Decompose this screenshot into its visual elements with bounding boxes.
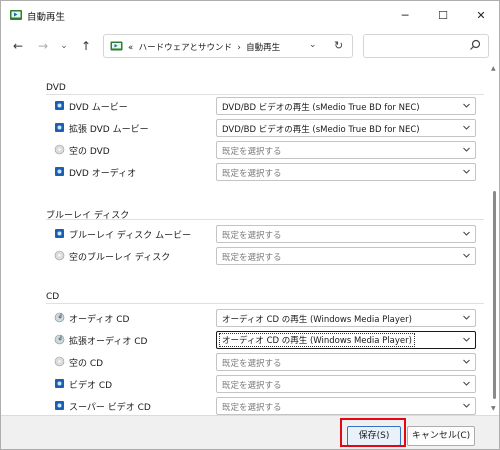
chevron-down-icon: ⌄ (60, 41, 68, 51)
chevron-down-icon (463, 103, 470, 108)
select-value: 既定を選択する (222, 253, 282, 263)
dvd-audio-select[interactable]: 既定を選択する (216, 163, 476, 181)
select-value: オーディオ CD の再生 (Windows Media Player) (222, 315, 412, 325)
chevron-down-icon (463, 169, 470, 174)
section-title-dvd: DVD (46, 83, 66, 93)
chevron-down-icon (463, 125, 470, 130)
autoplay-app-icon (10, 10, 22, 20)
video-cd-label: ビデオ CD (69, 381, 113, 391)
up-button[interactable]: ↑ (77, 38, 95, 54)
chevron-down-icon (463, 253, 470, 258)
select-value: 既定を選択する (222, 403, 282, 413)
select-value: 既定を選択する (222, 147, 282, 157)
blank-bluray-select[interactable]: 既定を選択する (216, 247, 476, 265)
scroll-up-icon[interactable]: ▲ (491, 65, 496, 72)
chevron-down-icon (463, 315, 470, 320)
breadcrumb-hardware-sound[interactable]: ハードウェアとサウンド (139, 43, 232, 53)
title-bar: 自動再生 ─ ☐ ✕ (1, 1, 499, 29)
enhanced-dvd-movie-select[interactable]: DVD/BD ビデオの再生 (sMedio True BD for NEC) (216, 119, 476, 137)
scrollbar-thumb[interactable] (493, 191, 496, 399)
audio-cd-label: オーディオ CD (69, 315, 130, 325)
audio-cd-icon (54, 334, 65, 345)
blank-disc-icon (54, 356, 65, 367)
enhanced-audio-cd-label: 拡張オーディオ CD (69, 337, 148, 347)
breadcrumb: « ハードウェアとサウンド › 自動再生 (128, 41, 280, 53)
bluray-movie-select[interactable]: 既定を選択する (216, 225, 476, 243)
breadcrumb-separator: › (237, 43, 241, 53)
disc-drive-icon (55, 379, 64, 388)
enhanced-dvd-movie-label: 拡張 DVD ムービー (69, 125, 149, 135)
address-bar[interactable]: « ハードウェアとサウンド › 自動再生 ⌄ ↻ (103, 34, 353, 58)
select-value: 既定を選択する (222, 381, 282, 391)
chevron-down-icon (463, 147, 470, 152)
control-panel-icon (110, 41, 123, 51)
recent-locations-button[interactable]: ⌄ (55, 38, 73, 54)
settings-content: DVD DVD ムービー DVD/BD ビデオの再生 (sMedio True … (1, 63, 499, 415)
section-divider (46, 94, 484, 95)
blank-disc-icon (54, 144, 65, 155)
blank-bluray-label: 空のブルーレイ ディスク (69, 253, 171, 263)
window-title: 自動再生 (27, 12, 66, 23)
cancel-button[interactable]: キャンセル(C) (407, 426, 475, 446)
blank-dvd-select[interactable]: 既定を選択する (216, 141, 476, 159)
up-arrow-icon: ↑ (80, 39, 92, 53)
blank-dvd-label: 空の DVD (69, 147, 110, 157)
chevron-down-icon (463, 337, 470, 342)
select-value: 既定を選択する (222, 231, 282, 241)
back-arrow-icon: ← (12, 39, 24, 53)
dvd-audio-label: DVD オーディオ (69, 169, 137, 179)
vertical-scrollbar[interactable]: ▲ ▼ (491, 63, 497, 415)
disc-drive-icon (55, 123, 64, 132)
dialog-footer: 保存(S) キャンセル(C) (1, 415, 499, 449)
select-value: オーディオ CD の再生 (Windows Media Player) (219, 333, 415, 347)
super-video-cd-select[interactable]: 既定を選択する (216, 397, 476, 415)
blank-cd-select[interactable]: 既定を選択する (216, 353, 476, 371)
maximize-icon: ☐ (438, 8, 448, 22)
chevron-down-icon (463, 381, 470, 386)
autoplay-window: 自動再生 ─ ☐ ✕ ← → ⌄ ↑ « ハードウェアとサウンド › 自動再生 … (0, 0, 500, 450)
super-video-cd-label: スーパー ビデオ CD (69, 403, 151, 413)
video-cd-select[interactable]: 既定を選択する (216, 375, 476, 393)
disc-drive-icon (55, 401, 64, 410)
chevron-down-icon (463, 359, 470, 364)
audio-cd-select[interactable]: オーディオ CD の再生 (Windows Media Player) (216, 309, 476, 327)
chevron-down-icon (463, 403, 470, 408)
enhanced-audio-cd-select[interactable]: オーディオ CD の再生 (Windows Media Player) (216, 331, 476, 349)
select-value: 既定を選択する (222, 359, 282, 369)
select-value: DVD/BD ビデオの再生 (sMedio True BD for NEC) (222, 125, 420, 135)
blank-cd-label: 空の CD (69, 359, 104, 369)
address-dropdown-icon[interactable]: ⌄ (309, 40, 317, 50)
select-value: DVD/BD ビデオの再生 (sMedio True BD for NEC) (222, 103, 420, 113)
back-button[interactable]: ← (9, 38, 27, 54)
search-icon (470, 39, 481, 50)
forward-button[interactable]: → (34, 38, 52, 54)
bluray-movie-label: ブルーレイ ディスク ムービー (69, 231, 192, 241)
section-divider (46, 219, 484, 220)
save-button-highlight (340, 418, 406, 447)
maximize-button[interactable]: ☐ (424, 1, 462, 29)
section-divider (46, 303, 484, 304)
audio-cd-icon (54, 312, 65, 323)
dvd-movie-label: DVD ムービー (69, 103, 128, 113)
blank-disc-icon (54, 250, 65, 261)
close-button[interactable]: ✕ (462, 1, 500, 29)
search-input[interactable] (363, 34, 489, 58)
minimize-icon: ─ (401, 8, 409, 22)
minimize-button[interactable]: ─ (386, 1, 424, 29)
forward-arrow-icon: → (37, 39, 49, 53)
refresh-icon[interactable]: ↻ (334, 39, 343, 52)
disc-drive-icon (55, 229, 64, 238)
dvd-movie-select[interactable]: DVD/BD ビデオの再生 (sMedio True BD for NEC) (216, 97, 476, 115)
section-title-cd: CD (46, 292, 60, 302)
disc-drive-icon (55, 167, 64, 176)
breadcrumb-autoplay[interactable]: 自動再生 (246, 43, 280, 53)
select-value: 既定を選択する (222, 169, 282, 179)
chevron-down-icon (463, 231, 470, 236)
disc-drive-icon (55, 101, 64, 110)
scroll-down-icon[interactable]: ▼ (491, 405, 496, 412)
breadcrumb-overflow[interactable]: « (128, 43, 133, 53)
navigation-bar: ← → ⌄ ↑ « ハードウェアとサウンド › 自動再生 ⌄ ↻ (1, 29, 499, 63)
close-icon: ✕ (476, 8, 486, 22)
